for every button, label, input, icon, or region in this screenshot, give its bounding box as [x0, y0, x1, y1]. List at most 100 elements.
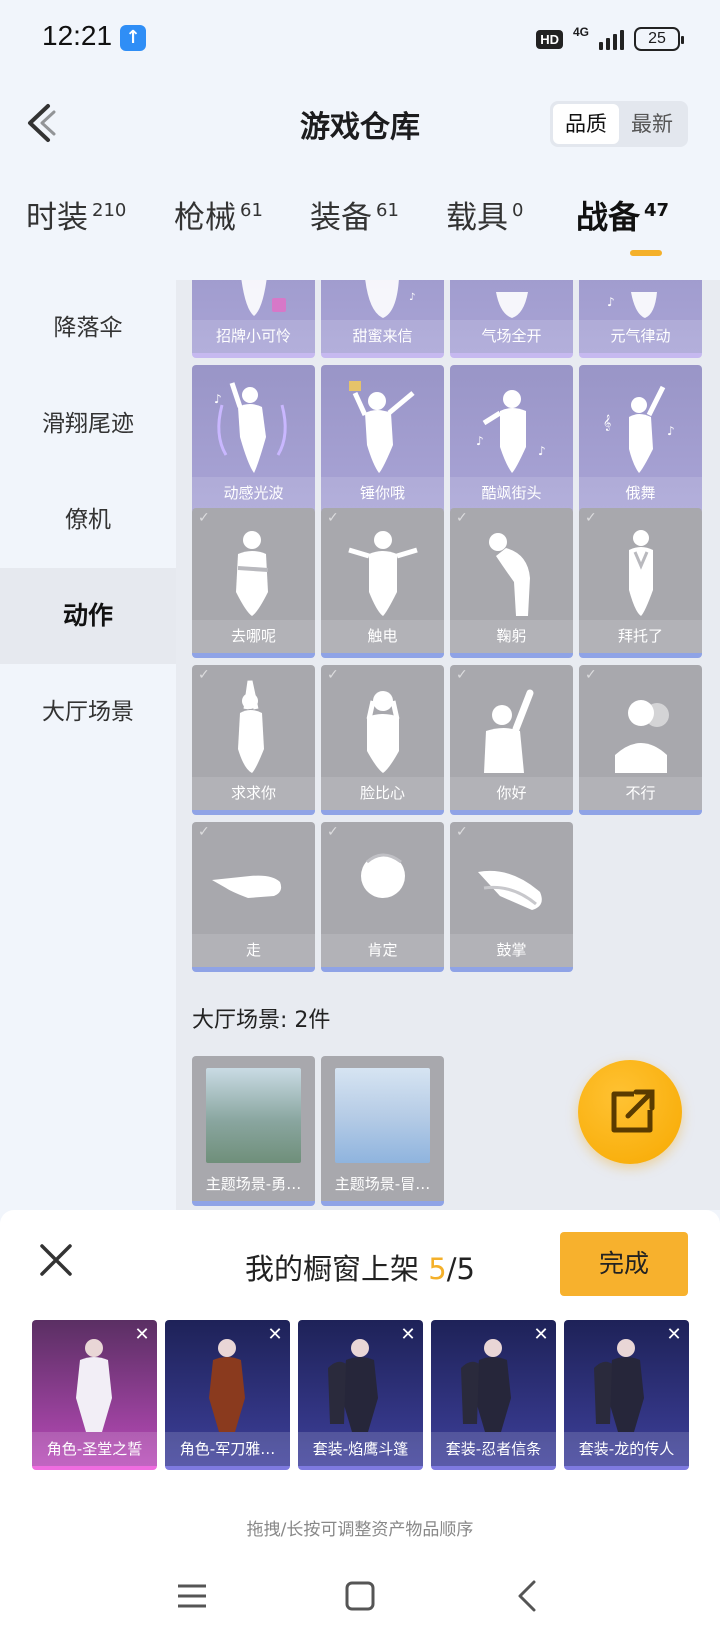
tab-battle-prep[interactable]: 战备 47	[576, 192, 669, 238]
emote-name: 气场全开	[450, 320, 573, 353]
sidebar-item-parachute[interactable]: 降落伞	[0, 280, 176, 376]
tab-vehicles[interactable]: 载具 0	[446, 192, 523, 237]
character-figure-icon	[209, 1339, 245, 1432]
sort-newest-option[interactable]: 最新	[619, 104, 685, 144]
emote-card[interactable]: ♪ ♪ 酷飒街头	[450, 365, 573, 515]
menu-icon	[178, 1584, 206, 1608]
svg-text:♪: ♪	[538, 444, 546, 458]
emote-name: 动感光波	[192, 477, 315, 510]
emote-name: 触电	[321, 620, 444, 653]
emote-name: 鼓掌	[450, 934, 573, 967]
emote-name: 俄舞	[579, 477, 702, 510]
showcase-item[interactable]: ✕ 套装-焰鹰斗篷	[298, 1320, 423, 1470]
scene-thumbnail	[335, 1068, 430, 1163]
showcase-current-count: 5	[428, 1252, 447, 1286]
lobby-scene-row: 主题场景-勇… 主题场景-冒…	[192, 1056, 444, 1206]
emote-card[interactable]: ✓ 不行	[579, 665, 702, 815]
svg-text:♪: ♪	[476, 434, 484, 448]
emote-figure-icon	[366, 691, 400, 773]
sidebar: 降落伞 滑翔尾迹 僚机 动作 大厅场景	[0, 280, 176, 1210]
emote-name: 不行	[579, 777, 702, 810]
character-figure-icon	[76, 1339, 112, 1432]
status-time: 12:21	[42, 20, 113, 51]
showcase-shelf: ✕ 角色-圣堂之誓 ✕ 角色-军刀雅… ✕ 套装-焰鹰斗篷 ✕ 套装-忍者信条 ✕ 套装-龙的传人	[32, 1320, 689, 1470]
emote-card[interactable]: ♪ 元气律动	[579, 280, 702, 358]
lobby-scene-section-title: 大厅场景: 2件	[192, 1008, 331, 1033]
showcase-item[interactable]: ✕ 角色-圣堂之誓	[32, 1320, 157, 1470]
emote-name: 招牌小可怜	[192, 320, 315, 353]
svg-text:♪: ♪	[214, 392, 222, 406]
sort-toggle: 品质 最新	[550, 101, 688, 147]
emote-card[interactable]: ✓ 肯定	[321, 822, 444, 972]
emote-figure-icon	[212, 875, 282, 898]
scene-thumbnail	[206, 1068, 301, 1163]
emote-card[interactable]: ✓ 鞠躬	[450, 508, 573, 658]
emote-card[interactable]: ✓ 求求你	[192, 665, 315, 815]
emote-card[interactable]: ✓ 拜托了	[579, 508, 702, 658]
menu-button[interactable]	[172, 1576, 212, 1616]
tab-fashion[interactable]: 时装 210	[26, 192, 126, 237]
svg-text:♪: ♪	[607, 295, 615, 309]
emote-card[interactable]: ✓ 触电	[321, 508, 444, 658]
emote-grid: 招牌小可怜 ♪ 甜蜜来信 气场全开 ♪ 元气律动 ♪ 动感光波 锤你哦 ♪ ♪ 酷…	[192, 280, 702, 515]
showcase-item-name: 套装-忍者信条	[431, 1432, 556, 1466]
emote-card[interactable]: ♪ 动感光波	[192, 365, 315, 515]
system-nav-bar	[0, 1560, 720, 1630]
emote-figure-icon	[615, 700, 669, 773]
emote-card[interactable]: ✓ 去哪呢	[192, 508, 315, 658]
sidebar-item-wingman[interactable]: 僚机	[0, 472, 176, 568]
character-figure-icon	[594, 1339, 644, 1432]
emote-card[interactable]: ✓ 走	[192, 822, 315, 972]
network-type: 4G	[572, 25, 589, 39]
emote-name: 你好	[450, 777, 573, 810]
emote-card[interactable]: ♪ 甜蜜来信	[321, 280, 444, 358]
hd-badge: HD	[536, 29, 563, 49]
showcase-item[interactable]: ✕ 套装-忍者信条	[431, 1320, 556, 1470]
emote-figure-icon: ♪	[214, 382, 287, 473]
sidebar-item-glide-trail[interactable]: 滑翔尾迹	[0, 376, 176, 472]
emote-card[interactable]: 𝄞 ♪ 俄舞	[579, 365, 702, 515]
showcase-item[interactable]: ✕ 套装-龙的传人	[564, 1320, 689, 1470]
emote-card[interactable]: ✓ 你好	[450, 665, 573, 815]
emote-figure-icon	[348, 531, 418, 616]
sidebar-item-emotes[interactable]: 动作	[0, 568, 176, 664]
showcase-item-name: 角色-圣堂之誓	[32, 1432, 157, 1466]
home-button[interactable]	[340, 1576, 380, 1616]
emote-figure-icon: ♪	[607, 292, 657, 318]
back-chevron-icon	[518, 1580, 536, 1612]
tab-guns[interactable]: 枪械 61	[174, 192, 263, 237]
scene-card[interactable]: 主题场景-冒…	[321, 1056, 444, 1206]
emote-figure-icon	[238, 680, 264, 773]
emote-card[interactable]: 锤你哦	[321, 365, 444, 515]
emote-figure-icon	[349, 381, 415, 473]
emote-card[interactable]: ✓ 脸比心	[321, 665, 444, 815]
sidebar-item-lobby-scene[interactable]: 大厅场景	[0, 664, 176, 760]
sort-quality-option[interactable]: 品质	[553, 104, 619, 144]
tab-equipment[interactable]: 装备 61	[310, 192, 399, 237]
emote-name: 走	[192, 934, 315, 967]
showcase-item[interactable]: ✕ 角色-军刀雅…	[165, 1320, 290, 1470]
scene-name: 主题场景-冒…	[334, 1175, 431, 1193]
emote-card[interactable]: 招牌小可怜	[192, 280, 315, 358]
emote-name: 拜托了	[579, 620, 702, 653]
showcase-item-name: 套装-焰鹰斗篷	[298, 1432, 423, 1466]
nav-back-button[interactable]	[508, 1576, 548, 1616]
tab-count: 61	[376, 200, 399, 221]
share-button[interactable]	[578, 1060, 682, 1164]
emote-name: 酷飒街头	[450, 477, 573, 510]
showcase-item-name: 套装-龙的传人	[564, 1432, 689, 1466]
emote-card[interactable]: ✓ 鼓掌	[450, 822, 573, 972]
scene-card[interactable]: 主题场景-勇…	[192, 1056, 315, 1206]
done-button[interactable]: 完成	[560, 1232, 688, 1296]
home-square-icon	[345, 1581, 375, 1611]
emote-card[interactable]: 气场全开	[450, 280, 573, 358]
emote-figure-icon	[241, 280, 286, 316]
emote-figure-icon: ♪	[365, 280, 415, 318]
emote-figure-icon	[629, 530, 653, 616]
scene-name: 主题场景-勇…	[205, 1175, 302, 1193]
svg-text:♪: ♪	[667, 424, 675, 438]
svg-text:♪: ♪	[409, 292, 415, 303]
panel-title-text: 我的橱窗上架	[245, 1252, 429, 1286]
header: 游戏仓库 品质 最新	[0, 90, 720, 160]
reorder-hint: 拖拽/长按可调整资产物品顺序	[246, 1520, 474, 1540]
